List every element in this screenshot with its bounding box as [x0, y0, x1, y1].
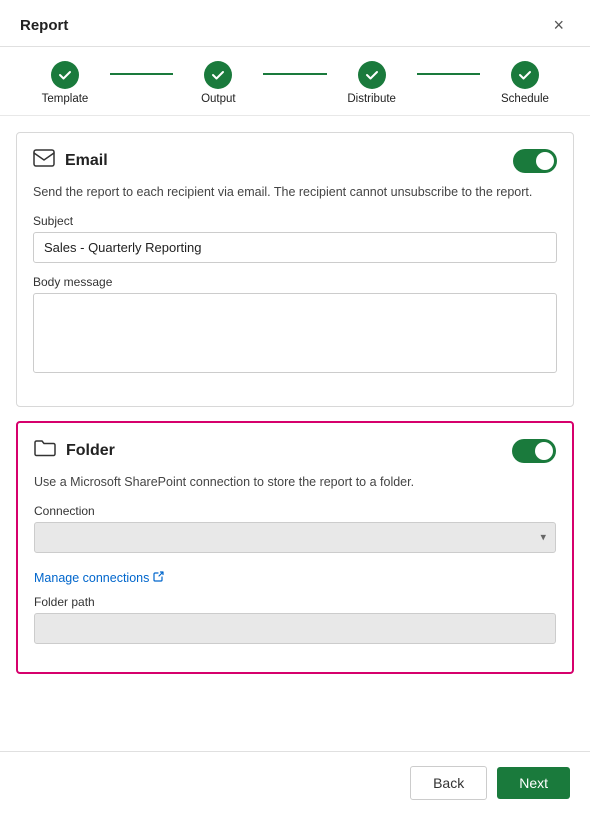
- step-template-circle: [51, 61, 79, 89]
- email-card-title-group: Email: [33, 149, 108, 173]
- email-card-title: Email: [65, 152, 108, 170]
- folder-card: Folder Use a Microsoft SharePoint connec…: [16, 421, 574, 674]
- next-button[interactable]: Next: [497, 767, 570, 799]
- step-schedule-label: Schedule: [501, 93, 549, 105]
- email-icon: [33, 149, 55, 173]
- folder-toggle[interactable]: [512, 439, 556, 463]
- step-template-label: Template: [42, 93, 89, 105]
- step-schedule: Schedule: [480, 61, 570, 105]
- folder-path-input[interactable]: [34, 613, 556, 644]
- email-card: Email Send the report to each recipient …: [16, 132, 574, 407]
- manage-connections-link[interactable]: Manage connections: [34, 571, 164, 585]
- email-card-header: Email: [33, 149, 557, 173]
- body-message-input[interactable]: [33, 293, 557, 373]
- manage-connections-label: Manage connections: [34, 571, 149, 585]
- folder-path-label: Folder path: [34, 595, 556, 609]
- dialog-footer: Back Next: [0, 751, 590, 814]
- step-output-circle: [204, 61, 232, 89]
- connection-field-group: Connection ▾: [34, 504, 556, 553]
- dialog-header: Report ×: [0, 0, 590, 47]
- body-field-group: Body message: [33, 275, 557, 378]
- step-line-3: [417, 73, 480, 75]
- connection-label: Connection: [34, 504, 556, 518]
- dialog-body: Email Send the report to each recipient …: [0, 116, 590, 751]
- folder-card-header: Folder: [34, 439, 556, 463]
- step-distribute-circle: [358, 61, 386, 89]
- step-output-label: Output: [201, 93, 236, 105]
- step-output: Output: [173, 61, 263, 105]
- connection-select[interactable]: [34, 522, 556, 553]
- back-button[interactable]: Back: [410, 766, 487, 800]
- close-button[interactable]: ×: [547, 14, 570, 36]
- email-toggle[interactable]: [513, 149, 557, 173]
- external-link-icon: [153, 571, 164, 585]
- folder-icon: [34, 439, 56, 463]
- step-distribute-label: Distribute: [347, 93, 396, 105]
- subject-input[interactable]: [33, 232, 557, 263]
- step-schedule-circle: [511, 61, 539, 89]
- folder-card-title-group: Folder: [34, 439, 115, 463]
- email-description: Send the report to each recipient via em…: [33, 183, 557, 202]
- report-dialog: Report × Template Output Distribute: [0, 0, 590, 814]
- subject-label: Subject: [33, 214, 557, 228]
- folder-card-title: Folder: [66, 442, 115, 460]
- step-distribute: Distribute: [327, 61, 417, 105]
- connection-select-wrapper: ▾: [34, 522, 556, 553]
- stepper: Template Output Distribute Schedule: [0, 47, 590, 116]
- step-line-2: [263, 73, 326, 75]
- body-label: Body message: [33, 275, 557, 289]
- step-template: Template: [20, 61, 110, 105]
- subject-field-group: Subject: [33, 214, 557, 263]
- step-line-1: [110, 73, 173, 75]
- folder-path-field-group: Folder path: [34, 595, 556, 644]
- folder-description: Use a Microsoft SharePoint connection to…: [34, 473, 556, 492]
- dialog-title: Report: [20, 17, 68, 34]
